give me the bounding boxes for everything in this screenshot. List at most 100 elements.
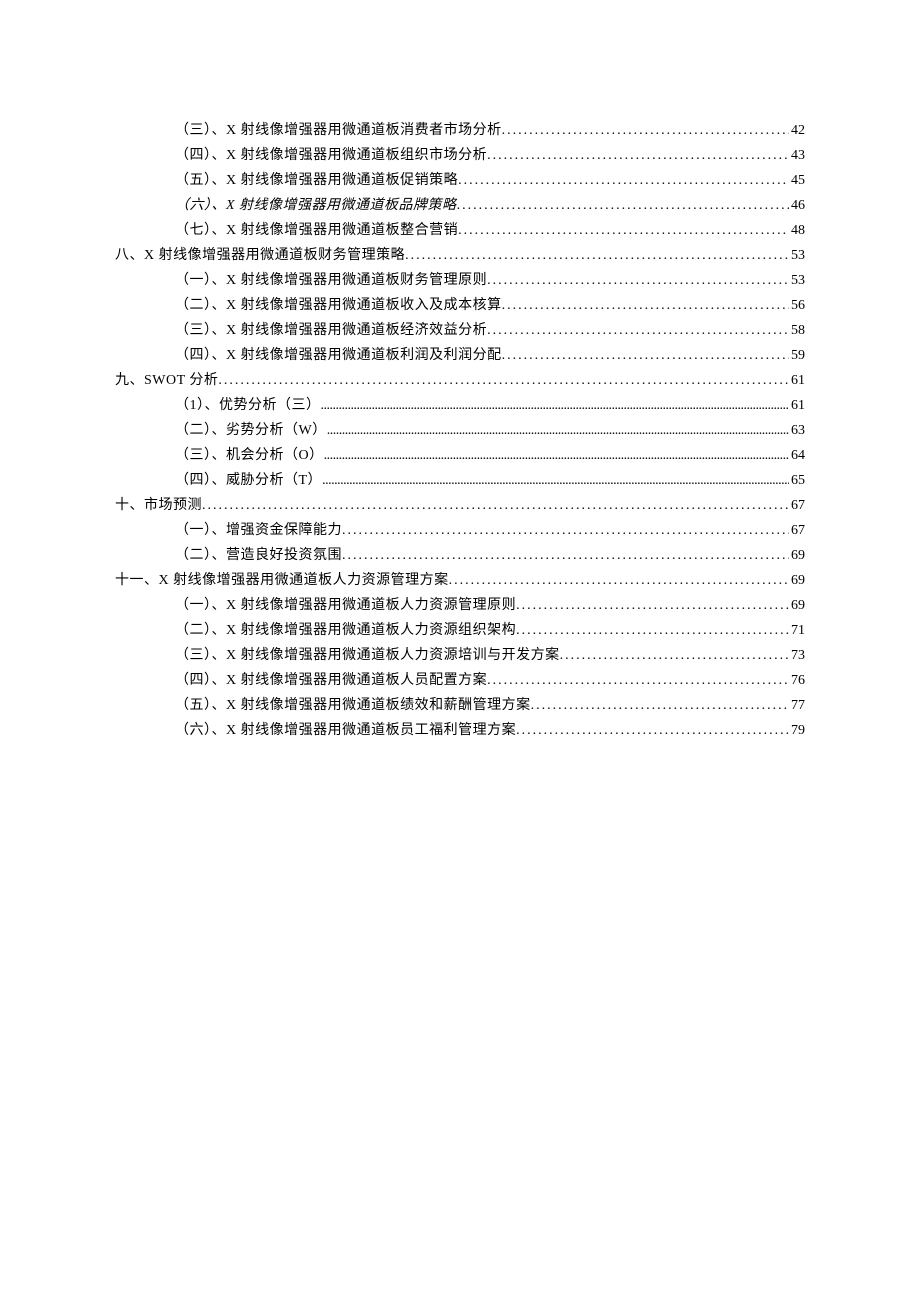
toc-entry-page: 67 — [789, 493, 805, 518]
toc-entry-label: 八、X 射线像增强器用微通道板财务管理策略 — [115, 243, 405, 268]
toc-entry-page: 58 — [789, 318, 805, 343]
toc-entry-label: （三）、X 射线像增强器用微通道板人力资源培训与开发方案 — [175, 643, 560, 668]
toc-leader — [342, 518, 789, 543]
toc-entry: （二）、X 射线像增强器用微通道板人力资源组织架构 71 — [115, 618, 805, 643]
toc-entry: （四）、威胁分析（T） 65 — [115, 468, 805, 493]
toc-entry-page: 73 — [789, 643, 805, 668]
toc-entry-page: 43 — [789, 143, 805, 168]
toc-leader — [487, 268, 789, 293]
toc-leader — [327, 418, 789, 443]
toc-entry-label: （五）、X 射线像增强器用微通道板促销策略 — [175, 168, 458, 193]
toc-entry-page: 69 — [789, 543, 805, 568]
toc-leader — [405, 243, 789, 268]
toc-leader — [342, 543, 789, 568]
toc-entry: （七）、X 射线像增强器用微通道板整合营销 48 — [115, 218, 805, 243]
toc-entry-label: （二）、X 射线像增强器用微通道板收入及成本核算 — [175, 293, 502, 318]
toc-leader — [502, 293, 789, 318]
toc-leader — [322, 468, 789, 493]
toc-entry: （1）、优势分析（三） 61 — [115, 393, 805, 418]
toc-entry: 八、X 射线像增强器用微通道板财务管理策略 53 — [115, 243, 805, 268]
toc-entry-label: （一）、增强资金保障能力 — [175, 518, 342, 543]
toc-entry-label: （三）、X 射线像增强器用微通道板经济效益分析 — [175, 318, 487, 343]
toc-leader — [516, 618, 789, 643]
toc-leader — [449, 568, 789, 593]
toc-entry-label: （六）、X 射线像增强器用微通道板员工福利管理方案 — [175, 718, 516, 743]
toc-entry: （六）、X 射线像增强器用微通道板品牌策略 46 — [115, 193, 805, 218]
toc-entry-label: （二）、营造良好投资氛围 — [175, 543, 342, 568]
toc-entry-label: （七）、X 射线像增强器用微通道板整合营销 — [175, 218, 458, 243]
toc-entry-page: 67 — [789, 518, 805, 543]
toc-entry-label: 九、SWOT 分析 — [115, 368, 218, 393]
toc-leader — [324, 443, 789, 468]
toc-leader — [457, 193, 789, 218]
toc-entry: （一）、X 射线像增强器用微通道板财务管理原则 53 — [115, 268, 805, 293]
toc-leader — [516, 593, 789, 618]
toc-entry: （四）、X 射线像增强器用微通道板组织市场分析 43 — [115, 143, 805, 168]
toc-entry-page: 77 — [789, 693, 805, 718]
toc-entry-label: （三）、机会分析（O） — [175, 443, 324, 468]
toc-leader — [560, 643, 789, 668]
toc-entry-label: 十一、X 射线像增强器用微通道板人力资源管理方案 — [115, 568, 449, 593]
toc-entry-label: （1）、优势分析（三） — [175, 393, 321, 418]
toc-entry: （四）、X 射线像增强器用微通道板人员配置方案 76 — [115, 668, 805, 693]
toc-entry: （三）、X 射线像增强器用微通道板人力资源培训与开发方案 73 — [115, 643, 805, 668]
toc-entry: （四）、X 射线像增强器用微通道板利润及利润分配 59 — [115, 343, 805, 368]
toc-entry-page: 79 — [789, 718, 805, 743]
toc-leader — [321, 393, 790, 418]
toc-leader — [502, 343, 789, 368]
toc-entry: （五）、X 射线像增强器用微通道板绩效和薪酬管理方案 77 — [115, 693, 805, 718]
toc-entry-page: 45 — [789, 168, 805, 193]
toc-entry-page: 71 — [789, 618, 805, 643]
toc-leader — [487, 668, 789, 693]
toc-entry-label: （四）、X 射线像增强器用微通道板利润及利润分配 — [175, 343, 502, 368]
toc-leader — [458, 168, 789, 193]
toc-entry: 九、SWOT 分析 61 — [115, 368, 805, 393]
toc-entry-label: （三）、X 射线像增强器用微通道板消费者市场分析 — [175, 118, 502, 143]
toc-entry: （二）、X 射线像增强器用微通道板收入及成本核算 56 — [115, 293, 805, 318]
toc-entry: （二）、营造良好投资氛围 69 — [115, 543, 805, 568]
toc-entry-label: （六）、X 射线像增强器用微通道板品牌策略 — [175, 193, 457, 218]
toc-entry-label: （二）、劣势分析（W） — [175, 418, 327, 443]
toc-leader — [531, 693, 789, 718]
toc-entry: （三）、机会分析（O） 64 — [115, 443, 805, 468]
toc-entry: （三）、X 射线像增强器用微通道板消费者市场分析 42 — [115, 118, 805, 143]
toc-entry-page: 46 — [789, 193, 805, 218]
toc-entry-page: 48 — [789, 218, 805, 243]
toc-entry-label: （一）、X 射线像增强器用微通道板财务管理原则 — [175, 268, 487, 293]
toc-entry-page: 64 — [789, 443, 805, 468]
toc-leader — [202, 493, 789, 518]
toc-leader — [487, 143, 789, 168]
toc-entry-page: 42 — [789, 118, 805, 143]
toc-leader — [458, 218, 789, 243]
toc-entry-page: 56 — [789, 293, 805, 318]
table-of-contents: （三）、X 射线像增强器用微通道板消费者市场分析42（四）、X 射线像增强器用微… — [115, 118, 805, 743]
toc-entry-page: 61 — [789, 368, 805, 393]
toc-entry: （一）、增强资金保障能力 67 — [115, 518, 805, 543]
toc-entry-page: 53 — [789, 243, 805, 268]
toc-entry-page: 59 — [789, 343, 805, 368]
toc-leader — [218, 368, 789, 393]
toc-entry-page: 69 — [789, 593, 805, 618]
toc-entry: 十一、X 射线像增强器用微通道板人力资源管理方案 69 — [115, 568, 805, 593]
toc-entry: （二）、劣势分析（W） 63 — [115, 418, 805, 443]
toc-leader — [487, 318, 789, 343]
toc-entry-page: 76 — [789, 668, 805, 693]
toc-entry-label: （四）、威胁分析（T） — [175, 468, 322, 493]
toc-entry: （三）、X 射线像增强器用微通道板经济效益分析 58 — [115, 318, 805, 343]
toc-entry-page: 63 — [789, 418, 805, 443]
toc-entry-label: （四）、X 射线像增强器用微通道板组织市场分析 — [175, 143, 487, 168]
toc-leader — [502, 118, 789, 143]
toc-entry-label: （五）、X 射线像增强器用微通道板绩效和薪酬管理方案 — [175, 693, 531, 718]
toc-entry-page: 69 — [789, 568, 805, 593]
toc-entry-page: 53 — [789, 268, 805, 293]
toc-entry-label: （四）、X 射线像增强器用微通道板人员配置方案 — [175, 668, 487, 693]
toc-entry: （一）、X 射线像增强器用微通道板人力资源管理原则 69 — [115, 593, 805, 618]
toc-entry: （六）、X 射线像增强器用微通道板员工福利管理方案 79 — [115, 718, 805, 743]
toc-entry-label: （一）、X 射线像增强器用微通道板人力资源管理原则 — [175, 593, 516, 618]
toc-leader — [516, 718, 789, 743]
toc-entry-label: 十、市场预测 — [115, 493, 202, 518]
toc-entry-page: 61 — [789, 393, 805, 418]
toc-entry-page: 65 — [789, 468, 805, 493]
toc-entry: （五）、X 射线像增强器用微通道板促销策略 45 — [115, 168, 805, 193]
toc-entry-label: （二）、X 射线像增强器用微通道板人力资源组织架构 — [175, 618, 516, 643]
